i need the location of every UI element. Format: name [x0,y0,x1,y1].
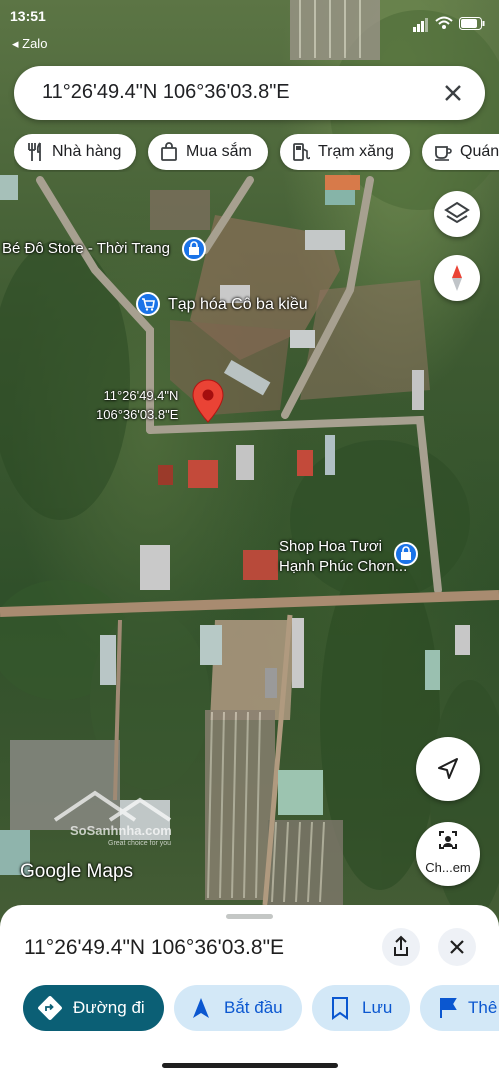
chip-shopping[interactable]: Mua sắm [148,134,268,170]
bookmark-icon [332,997,348,1020]
directions-icon [38,996,62,1020]
place-title: 11°26'49.4"N 106°36'03.8"E [24,936,285,959]
home-indicator[interactable] [162,1063,338,1068]
restaurant-icon [28,142,41,161]
navigation-icon [193,998,209,1018]
action-label: Lưu [362,998,393,1017]
shopping-bag-icon[interactable] [394,542,418,566]
my-location-button[interactable] [416,737,480,801]
street-view-button[interactable]: Ch...em [416,822,480,886]
watermark: SoSanhnha.com Great choice for you [40,785,190,860]
start-button[interactable]: Bắt đầu [174,985,302,1031]
chip-restaurants[interactable]: Nhà hàng [14,134,136,170]
close-sheet-button[interactable] [438,928,476,966]
compass-button[interactable] [434,255,480,301]
flag-icon [440,998,457,1018]
back-to-app-link[interactable]: ◂ Zalo [12,36,47,52]
battery-icon [459,16,485,30]
compass-icon [452,265,462,291]
search-bar[interactable]: 11°26'49.4"N 106°36'03.8"E [14,66,485,120]
location-arrow-icon [438,758,458,779]
layers-button[interactable] [434,191,480,237]
location-pin-icon[interactable] [191,378,225,424]
chip-gas-stations[interactable]: Trạm xăng [280,134,410,170]
cafe-icon [435,146,452,161]
signal-icon [413,14,429,32]
chip-label: Mua sắm [186,143,252,160]
shopping-cart-icon[interactable] [136,292,160,316]
place-label-tap-hoa[interactable]: Tạp hóa Cô ba kiều [168,296,308,314]
system-status-icons [413,14,485,32]
search-query[interactable]: 11°26'49.4"N 106°36'03.8"E [42,81,290,104]
google-maps-attribution: Google Maps [20,861,134,882]
action-label: Bắt đầu [224,998,283,1017]
share-button[interactable] [382,928,420,966]
status-time: 13:51 [10,8,46,24]
watermark-house-icon [53,790,172,822]
shop-hoa-name: Shop Hoa Tươi [279,538,382,555]
watermark-text: SoSanhnha.com [70,823,172,838]
action-label: Đường đi [73,998,145,1017]
close-icon[interactable] [435,75,471,111]
chip-cafes[interactable]: Quán [422,134,499,170]
drag-handle[interactable] [226,914,273,919]
pin-label-line2: 106°36'03.8"E [96,407,179,422]
close-icon [450,940,464,954]
save-button[interactable]: Lưu [312,985,410,1031]
chip-label: Quán [460,143,499,160]
street-view-icon [439,831,457,849]
category-chips: Nhà hàng Mua sắm Trạm xăng Quán [14,134,499,172]
directions-button[interactable]: Đường đi [23,985,164,1031]
place-bottom-sheet[interactable]: 11°26'49.4"N 106°36'03.8"E Đường đi Bắt … [0,905,499,1080]
gas-station-icon [293,143,310,161]
wifi-icon [435,16,453,29]
pin-coordinate-label: 11°26'49.4"N 106°36'03.8"E [96,386,178,424]
pin-label-line1: 11°26'49.4"N [103,388,179,403]
share-icon [394,935,408,956]
chip-label: Trạm xăng [318,143,394,160]
layers-icon [444,201,470,224]
shopping-icon [161,142,177,161]
place-label-shop-hoa[interactable]: Shop Hoa Tươi Hạnh Phúc Chơn... [279,537,407,577]
place-label-be-do-store[interactable]: Bé Đô Store - Thời Trang [2,240,170,257]
street-view-label: Ch...em [425,860,471,875]
watermark-tagline: Great choice for you [108,840,172,847]
shop-hoa-name-line2: Hạnh Phúc Chơn... [279,558,408,575]
add-label-button[interactable]: Thê [420,985,499,1031]
action-label: Thê [468,998,498,1017]
chip-label: Nhà hàng [52,143,122,160]
shopping-bag-icon[interactable] [182,237,206,261]
